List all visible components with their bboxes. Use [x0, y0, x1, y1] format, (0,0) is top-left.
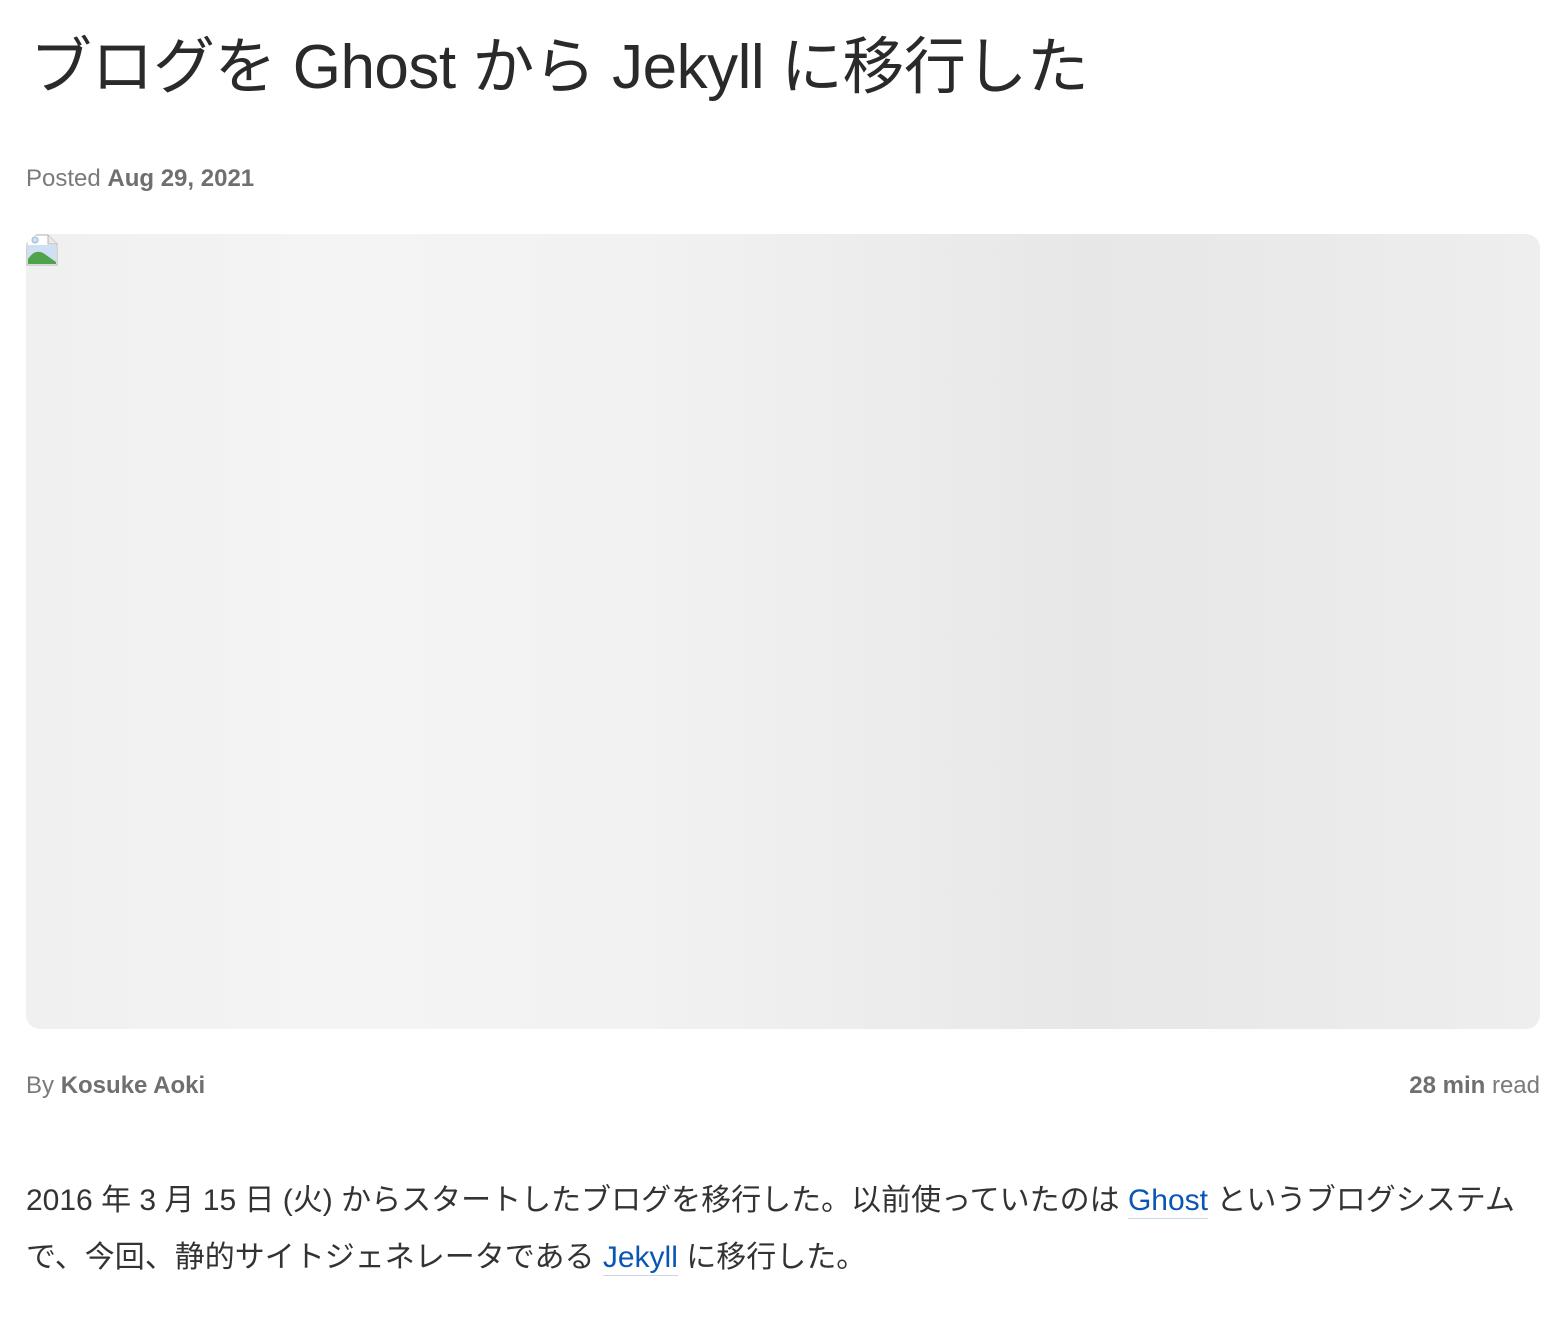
post-body: 2016 年 3 月 15 日 (火) からスタートしたブログを移行した。以前使… [26, 1172, 1540, 1286]
post-preview-image [26, 234, 1540, 1029]
jekyll-link[interactable]: Jekyll [602, 1241, 678, 1276]
post-meta: Posted Aug 29, 2021 [26, 162, 254, 196]
body-text: 2016 年 3 月 15 日 (火) からスタートしたブログを移行した。以前使… [26, 1184, 1128, 1217]
author-name: Kosuke Aoki [60, 1072, 206, 1099]
by-label: By [26, 1072, 55, 1099]
body-paragraph: 2016 年 3 月 15 日 (火) からスタートしたブログを移行した。以前使… [26, 1172, 1540, 1286]
broken-image-icon [26, 234, 58, 266]
post-title: ブログを Ghost から Jekyll に移行した [30, 33, 1089, 102]
posted-label: Posted [26, 165, 101, 192]
post-date: Aug 29, 2021 [107, 165, 255, 192]
read-minutes: 28 min [1409, 1072, 1486, 1099]
author-line: By Kosuke Aoki [26, 1068, 205, 1104]
read-time: 28 min read [1409, 1068, 1540, 1104]
post-byline: By Kosuke Aoki 28 min read [26, 1068, 1540, 1104]
ghost-link[interactable]: Ghost [1127, 1184, 1208, 1219]
body-text: に移行した。 [677, 1241, 867, 1274]
read-label: read [1491, 1072, 1540, 1099]
